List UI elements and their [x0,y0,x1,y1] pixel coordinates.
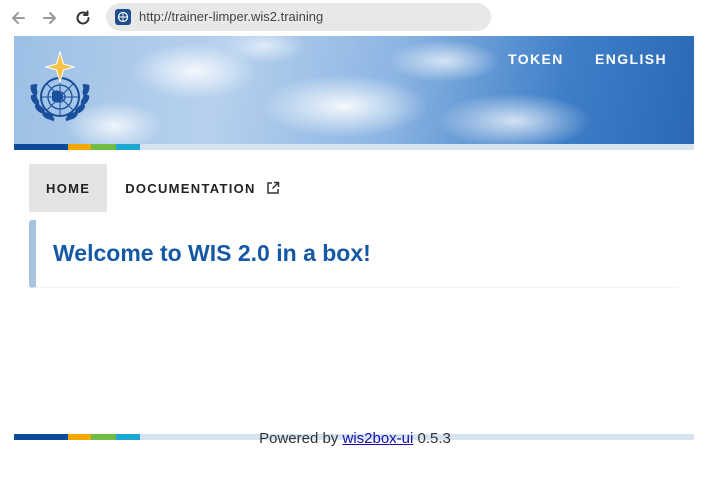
tab-home[interactable]: HOME [29,164,108,212]
browser-toolbar: http://trainer-limper.wis2.training [0,0,710,36]
page: TOKEN ENGLISH HOME DOCUMENTATION Welcome… [0,36,710,495]
tab-documentation-label: DOCUMENTATION [125,180,256,196]
wmo-emblem-icon[interactable] [24,50,96,128]
stripe-segment-orange [68,144,91,150]
tab-documentation[interactable]: DOCUMENTATION [107,164,280,212]
site-header-banner: TOKEN ENGLISH [14,36,694,144]
stripe-segment-blue [14,144,68,150]
tab-home-label: HOME [46,180,91,196]
address-bar[interactable]: http://trainer-limper.wis2.training [106,3,491,31]
reload-icon[interactable] [71,6,95,30]
page-footer: Powered by wis2box-ui 0.5.3 [0,430,710,447]
footer-prefix: Powered by [259,430,343,447]
address-bar-url: http://trainer-limper.wis2.training [139,9,324,24]
forward-arrow-icon[interactable] [38,6,62,30]
footer-version: 0.5.3 [413,430,451,447]
main-nav-tabs: HOME DOCUMENTATION [29,164,280,212]
stripe-segment-cyan [116,144,140,150]
stripe-segment-light [140,144,694,150]
external-link-icon [266,181,280,195]
language-selector[interactable]: ENGLISH [595,51,667,67]
header-color-stripe [14,144,694,150]
site-favicon-icon [115,9,131,25]
welcome-card: Welcome to WIS 2.0 in a box! [29,220,679,288]
stripe-segment-green [91,144,116,150]
wis2box-ui-link[interactable]: wis2box-ui [342,430,413,447]
back-arrow-icon[interactable] [6,6,30,30]
token-link[interactable]: TOKEN [508,51,564,67]
welcome-title: Welcome to WIS 2.0 in a box! [53,240,371,266]
